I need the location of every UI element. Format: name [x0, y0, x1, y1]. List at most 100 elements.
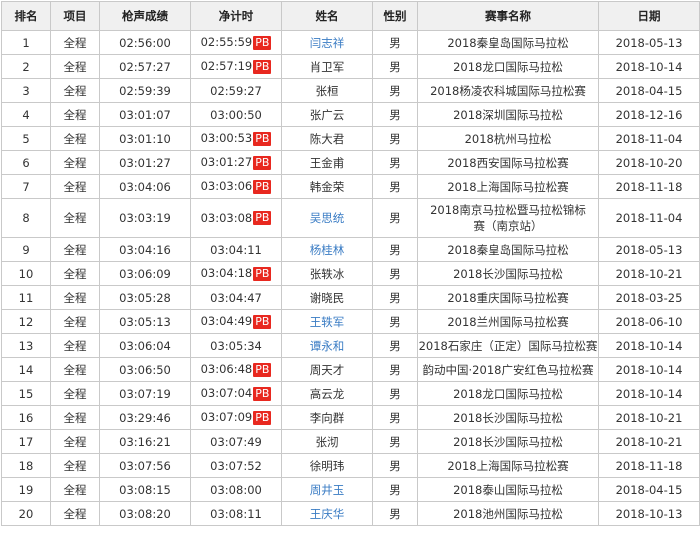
cell-gender: 男: [372, 477, 418, 502]
cell-gun-time: 03:04:06: [99, 174, 191, 199]
cell-rank: 19: [1, 477, 51, 502]
cell-date: 2018-11-04: [598, 126, 700, 151]
table-row: 20 全程 03:08:20 03:08:11 王庆华 男 2018池州国际马拉松 2018-…: [1, 501, 700, 526]
cell-rank: 20: [1, 501, 51, 526]
cell-gender: 男: [372, 126, 418, 151]
cell-gun-time: 03:01:10: [99, 126, 191, 151]
net-time-value: 02:55:59: [200, 35, 253, 50]
runner-name: 高云龙: [309, 386, 345, 401]
table-row: 11 全程 03:05:28 03:04:47 谢晓民 男 2018重庆国际马拉松赛 2018…: [1, 285, 700, 310]
runner-name: 张沏: [315, 434, 339, 449]
table-row: 6 全程 03:01:27 03:01:27 PB 王金甫男 2018西安国际马拉松赛 201…: [1, 150, 700, 175]
cell-gun-time: 03:01:27: [99, 150, 191, 175]
runner-name-link[interactable]: 周井玉: [310, 483, 345, 497]
header-gender: 性别: [372, 1, 418, 31]
cell-name: 肖卫军: [281, 54, 373, 79]
table-row: 16 全程 03:29:46 03:07:09 PB 李向群男 2018长沙国际马拉松 201…: [1, 405, 700, 430]
runner-name: 徐明玮: [309, 458, 345, 473]
cell-gun-time: 02:57:27: [99, 54, 191, 79]
cell-rank: 12: [1, 309, 51, 334]
cell-net-time: 03:03:06 PB: [190, 174, 282, 199]
pb-badge: PB: [253, 155, 272, 170]
runner-name: 陈大君: [309, 131, 345, 146]
table-row: 8 全程 03:03:19 03:03:08 PB 吴思统男 2018南京马拉松暨马拉松锦标…: [1, 198, 700, 238]
pb-badge: PB: [253, 410, 272, 425]
runner-name-link[interactable]: 谭永和: [310, 339, 345, 353]
net-time-value: 03:07:52: [210, 458, 262, 473]
cell-date: 2018-11-18: [598, 453, 700, 478]
cell-gender: 男: [372, 237, 418, 262]
cell-net-time: 02:55:59 PB: [190, 30, 282, 55]
cell-event: 全程: [50, 453, 100, 478]
cell-event: 全程: [50, 261, 100, 286]
cell-event: 全程: [50, 477, 100, 502]
cell-net-time: 02:59:27: [190, 78, 282, 103]
results-table: 排名 项目 枪声成绩 净计时 姓名 性别 赛事名称 日期 1 全程 02:56:00…: [1, 1, 700, 526]
runner-name-link[interactable]: 杨桂林: [310, 243, 345, 257]
cell-rank: 7: [1, 174, 51, 199]
net-time-value: 03:03:08: [200, 210, 253, 225]
runner-name-link[interactable]: 王轶军: [310, 315, 345, 329]
net-time-value: 03:07:09: [200, 410, 253, 425]
cell-net-time: 03:08:11: [190, 501, 282, 526]
cell-gender: 男: [372, 78, 418, 103]
cell-net-time: 03:07:04 PB: [190, 381, 282, 406]
cell-gender: 男: [372, 285, 418, 310]
cell-event: 全程: [50, 501, 100, 526]
pb-badge: PB: [253, 35, 272, 50]
cell-net-time: 03:03:08 PB: [190, 198, 282, 238]
cell-rank: 1: [1, 30, 51, 55]
cell-name: 杨桂林: [281, 237, 373, 262]
cell-event: 全程: [50, 198, 100, 238]
net-time-value: 03:04:11: [210, 242, 262, 257]
cell-date: 2018-11-18: [598, 174, 700, 199]
runner-name: 张广云: [309, 107, 345, 122]
cell-net-time: 03:07:49: [190, 429, 282, 454]
cell-gender: 男: [372, 30, 418, 55]
cell-date: 2018-04-15: [598, 477, 700, 502]
pb-badge: PB: [253, 362, 272, 377]
cell-name: 吴思统: [281, 198, 373, 238]
cell-gender: 男: [372, 261, 418, 286]
cell-rank: 13: [1, 333, 51, 358]
cell-gun-time: 03:05:28: [99, 285, 191, 310]
cell-date: 2018-03-25: [598, 285, 700, 310]
cell-event: 全程: [50, 429, 100, 454]
cell-name: 谭永和: [281, 333, 373, 358]
cell-net-time: 02:57:19 PB: [190, 54, 282, 79]
cell-net-time: 03:06:48 PB: [190, 357, 282, 382]
cell-net-time: 03:04:47: [190, 285, 282, 310]
runner-name-link[interactable]: 王庆华: [310, 507, 345, 521]
cell-gender: 男: [372, 102, 418, 127]
cell-name: 王庆华: [281, 501, 373, 526]
cell-date: 2018-10-14: [598, 381, 700, 406]
table-row: 12 全程 03:05:13 03:04:49 PB 王轶军男 2018兰州国际马拉松赛 20…: [1, 309, 700, 334]
cell-race: 2018西安国际马拉松赛: [417, 150, 599, 175]
cell-race: 2018龙口国际马拉松: [417, 54, 599, 79]
cell-event: 全程: [50, 357, 100, 382]
runner-name-link[interactable]: 吴思统: [310, 211, 345, 225]
cell-gun-time: 03:04:16: [99, 237, 191, 262]
cell-name: 徐明玮: [281, 453, 373, 478]
cell-net-time: 03:04:11: [190, 237, 282, 262]
cell-name: 闫志祥: [281, 30, 373, 55]
cell-name: 张桓: [281, 78, 373, 103]
cell-race: 2018上海国际马拉松赛: [417, 453, 599, 478]
cell-gun-time: 02:56:00: [99, 30, 191, 55]
runner-name-link[interactable]: 闫志祥: [310, 36, 345, 50]
cell-rank: 4: [1, 102, 51, 127]
cell-date: 2018-10-20: [598, 150, 700, 175]
net-time-value: 03:04:49: [200, 314, 253, 329]
cell-rank: 14: [1, 357, 51, 382]
cell-gender: 男: [372, 174, 418, 199]
net-time-value: 02:59:27: [210, 83, 262, 98]
net-time-value: 03:01:27: [200, 155, 253, 170]
pb-badge: PB: [253, 131, 272, 146]
header-name: 姓名: [281, 1, 373, 31]
cell-rank: 16: [1, 405, 51, 430]
cell-name: 李向群: [281, 405, 373, 430]
cell-gender: 男: [372, 453, 418, 478]
cell-rank: 6: [1, 150, 51, 175]
cell-race: 2018杨凌农科城国际马拉松赛: [417, 78, 599, 103]
net-time-value: 03:08:00: [210, 482, 262, 497]
